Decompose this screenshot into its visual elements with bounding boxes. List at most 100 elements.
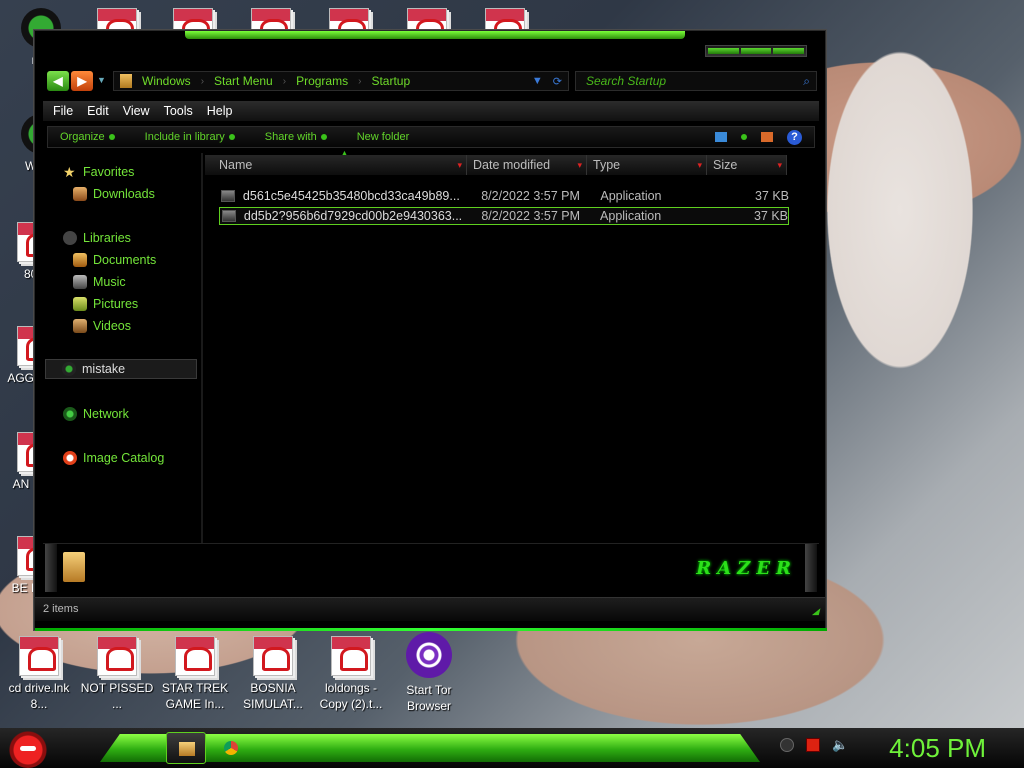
pdf-icon	[253, 636, 293, 676]
nav-music[interactable]: Music	[73, 275, 126, 289]
nav-label: Downloads	[93, 187, 155, 201]
window-controls	[705, 45, 807, 57]
close-button[interactable]	[773, 48, 805, 54]
nav-label: Network	[83, 407, 129, 421]
help-button[interactable]: ?	[787, 129, 802, 145]
nav-favorites[interactable]: ★ Favorites	[63, 165, 134, 179]
desktop-icon-label: NOT PISSED ...	[80, 681, 154, 711]
nav-libraries[interactable]: Libraries	[63, 231, 131, 245]
breadcrumb-separator: ›	[282, 75, 287, 87]
volume-icon[interactable]: 🔈	[832, 738, 848, 752]
downloads-icon	[73, 187, 87, 201]
nav-label: Pictures	[93, 297, 139, 311]
tray-expand-icon[interactable]	[780, 738, 794, 752]
organize-label: Organize	[60, 131, 105, 143]
desktop-icon-loldongs[interactable]: loldongs - Copy (2).t...	[314, 636, 388, 712]
dropdown-icon	[228, 134, 235, 140]
nav-pictures[interactable]: Pictures	[73, 297, 138, 311]
action-center-icon[interactable]	[806, 738, 820, 752]
nav-documents[interactable]: Documents	[73, 253, 156, 267]
column-date-modified[interactable]: Date modified	[467, 155, 587, 175]
menu-help[interactable]: Help	[207, 104, 233, 118]
network-icon	[63, 407, 77, 421]
breadcrumb-windows[interactable]: Windows	[142, 74, 191, 88]
preview-pane-icon[interactable]	[761, 132, 773, 142]
documents-icon	[73, 253, 87, 267]
change-view-icon[interactable]	[715, 132, 727, 142]
nav-label: Image Catalog	[83, 451, 165, 465]
view-options-icon[interactable]	[741, 134, 747, 140]
file-size: 37 KB	[754, 189, 790, 203]
file-row[interactable]: d561c5e45425b35480bcd33ca49b89... 8/2/20…	[219, 187, 789, 205]
breadcrumb-start-menu[interactable]: Start Menu	[214, 74, 273, 88]
pane-splitter[interactable]	[201, 153, 203, 543]
desktop-icon-not-pissed[interactable]: NOT PISSED ...	[80, 636, 154, 712]
nav-label: Music	[93, 275, 126, 289]
search-icon[interactable]: ⌕	[803, 74, 810, 89]
breadcrumb-startup[interactable]: Startup	[371, 74, 410, 88]
nav-image-catalog[interactable]: Image Catalog	[63, 451, 164, 465]
refresh-icon[interactable]: ⟳	[553, 75, 562, 88]
menu-bar: File Edit View Tools Help	[43, 101, 819, 121]
file-date: 8/2/2022 3:57 PM	[481, 189, 580, 203]
details-pane: RAZER	[43, 543, 819, 593]
image-catalog-icon	[63, 451, 77, 465]
taskbar: 🔈 4:05 PM	[0, 728, 1024, 768]
explorer-window[interactable]: ◀ ▶ ▼ Windows › Start Menu › Programs › …	[34, 30, 827, 631]
menu-file[interactable]: File	[53, 104, 73, 118]
application-icon	[221, 190, 235, 202]
address-bar[interactable]: Windows › Start Menu › Programs › Startu…	[113, 71, 569, 91]
column-type[interactable]: Type	[587, 155, 707, 175]
nav-label: Documents	[93, 253, 157, 267]
homegroup-icon	[62, 362, 76, 376]
pdf-icon	[175, 636, 215, 676]
back-button[interactable]: ◀	[47, 71, 69, 91]
taskbar-clock[interactable]: 4:05 PM	[889, 733, 986, 764]
videos-icon	[73, 319, 87, 333]
breadcrumb-programs[interactable]: Programs	[296, 74, 348, 88]
forward-button[interactable]: ▶	[71, 71, 93, 91]
maximize-button[interactable]	[740, 48, 772, 54]
search-box[interactable]: ⌕	[575, 71, 817, 91]
file-type: Application	[600, 209, 662, 223]
desktop-icon-label: loldongs - Copy (2).t...	[319, 681, 383, 711]
application-icon	[222, 210, 236, 222]
desktop-icon-bosnia[interactable]: BOSNIA SIMULAT...	[236, 636, 310, 712]
share-with-button[interactable]: Share with	[265, 131, 327, 143]
file-size: 37 KB	[753, 209, 788, 223]
dropdown-icon	[108, 134, 115, 140]
taskbar-chrome-button[interactable]	[212, 732, 252, 764]
nav-label: Videos	[93, 319, 131, 333]
file-row-selected[interactable]: dd5b2?956b6d7929cd00b2e9430363... 8/2/20…	[219, 207, 789, 225]
minimize-button[interactable]	[708, 48, 739, 54]
title-glow-bar	[185, 31, 685, 39]
folder-icon	[63, 552, 85, 582]
nav-network[interactable]: Network	[63, 407, 129, 421]
new-folder-button[interactable]: New folder	[357, 131, 410, 143]
nav-homegroup-mistake[interactable]: mistake	[45, 359, 197, 379]
nav-downloads[interactable]: Downloads	[73, 187, 155, 201]
details-grip-right	[805, 544, 817, 592]
column-size[interactable]: Size	[707, 155, 787, 175]
menu-view[interactable]: View	[123, 104, 150, 118]
address-dropdown-icon[interactable]: ▼	[532, 75, 543, 88]
nav-videos[interactable]: Videos	[73, 319, 131, 333]
recent-pages-dropdown[interactable]: ▼	[97, 75, 106, 85]
include-in-library-button[interactable]: Include in library	[145, 131, 235, 143]
desktop-icon-tor-browser[interactable]: Start Tor Browser	[392, 632, 466, 714]
menu-edit[interactable]: Edit	[87, 104, 109, 118]
razer-logo: RAZER	[696, 558, 797, 579]
resize-grip-icon[interactable]: ◢	[812, 606, 819, 617]
desktop-icon-star-trek[interactable]: STAR TREK GAME In...	[158, 636, 232, 712]
folder-icon	[120, 74, 132, 88]
search-input[interactable]	[586, 74, 786, 88]
organize-button[interactable]: Organize	[60, 131, 115, 143]
start-button[interactable]	[8, 728, 48, 768]
music-icon	[73, 275, 87, 289]
libraries-icon	[63, 231, 77, 245]
taskbar-explorer-button[interactable]	[166, 732, 206, 764]
desktop-icon-cd-drive[interactable]: cd drive.lnk 8...	[2, 636, 76, 712]
column-name[interactable]: Name	[205, 155, 467, 175]
star-icon: ★	[63, 164, 76, 180]
menu-tools[interactable]: Tools	[164, 104, 193, 118]
